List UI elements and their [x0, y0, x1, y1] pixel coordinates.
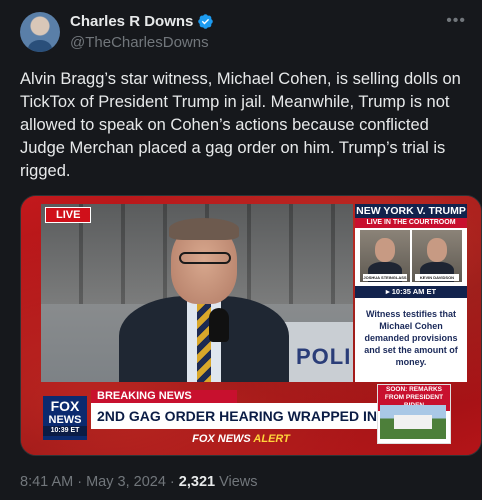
views-label: Views: [215, 474, 258, 490]
van-lettering: POLI: [296, 344, 352, 369]
breaking-news-label: BREAKING NEWS: [91, 390, 237, 403]
verified-badge-icon: [198, 14, 214, 29]
alert-word: ALERT: [253, 433, 290, 445]
courtroom-side-panel: NEW YORK V. TRUMP LIVE IN THE COURTROOM …: [355, 204, 467, 382]
live-badge: LIVE: [45, 207, 92, 223]
upcoming-segment-box: SOON: REMARKS FROM PRESIDENT BIDEN: [377, 384, 451, 444]
tweet-media-image[interactable]: POLI LIVE NEW YORK V. TRUMP LIVE IN THE …: [20, 195, 482, 456]
logo-line-1: FOX: [50, 398, 80, 414]
prosecutor-name: JOSHUA STEINGLASS: [363, 274, 407, 281]
white-house-thumbnail: [380, 405, 446, 439]
author-display-name[interactable]: Charles R Downs: [70, 13, 193, 30]
microphone: [209, 308, 229, 342]
tweet-meta: 8:41 AM · May 3, 2024 · 2,321 Views: [20, 474, 258, 490]
reporter-scene: POLI: [41, 204, 353, 382]
avatar[interactable]: [20, 12, 60, 52]
side-panel-note: Witness testifies that Michael Cohen dem…: [364, 309, 458, 367]
alert-prefix: FOX NEWS: [192, 433, 254, 445]
author-name-row: Charles R Downs: [70, 13, 214, 30]
fox-news-alert: FOX NEWS ALERT: [171, 433, 311, 446]
logo-time: 10:39 ET: [43, 426, 87, 436]
more-options-icon[interactable]: •••: [446, 12, 466, 30]
tweet-timestamp[interactable]: 8:41 AM · May 3, 2024 ·: [20, 474, 179, 490]
logo-line-2: NEWS: [48, 414, 82, 426]
tweet-text: Alvin Bragg’s star witness, Michael Cohe…: [20, 70, 461, 180]
side-panel-subtitle: LIVE IN THE COURTROOM: [355, 218, 467, 228]
side-panel-title: NEW YORK V. TRUMP: [355, 204, 467, 218]
author-handle[interactable]: @TheCharlesDowns: [70, 34, 209, 51]
reporter-glasses: [179, 252, 231, 264]
fox-news-logo: FOX NEWS 10:39 ET: [43, 396, 87, 440]
side-panel-time: ▸ 10:35 AM ET: [355, 286, 467, 298]
news-headline: 2ND GAG ORDER HEARING WRAPPED IN TRUMP N…: [91, 403, 377, 429]
views-count: 2,321: [178, 474, 216, 490]
reporter-hair: [169, 218, 239, 240]
witness-name: KEVIN DAVIDSON: [415, 274, 459, 281]
